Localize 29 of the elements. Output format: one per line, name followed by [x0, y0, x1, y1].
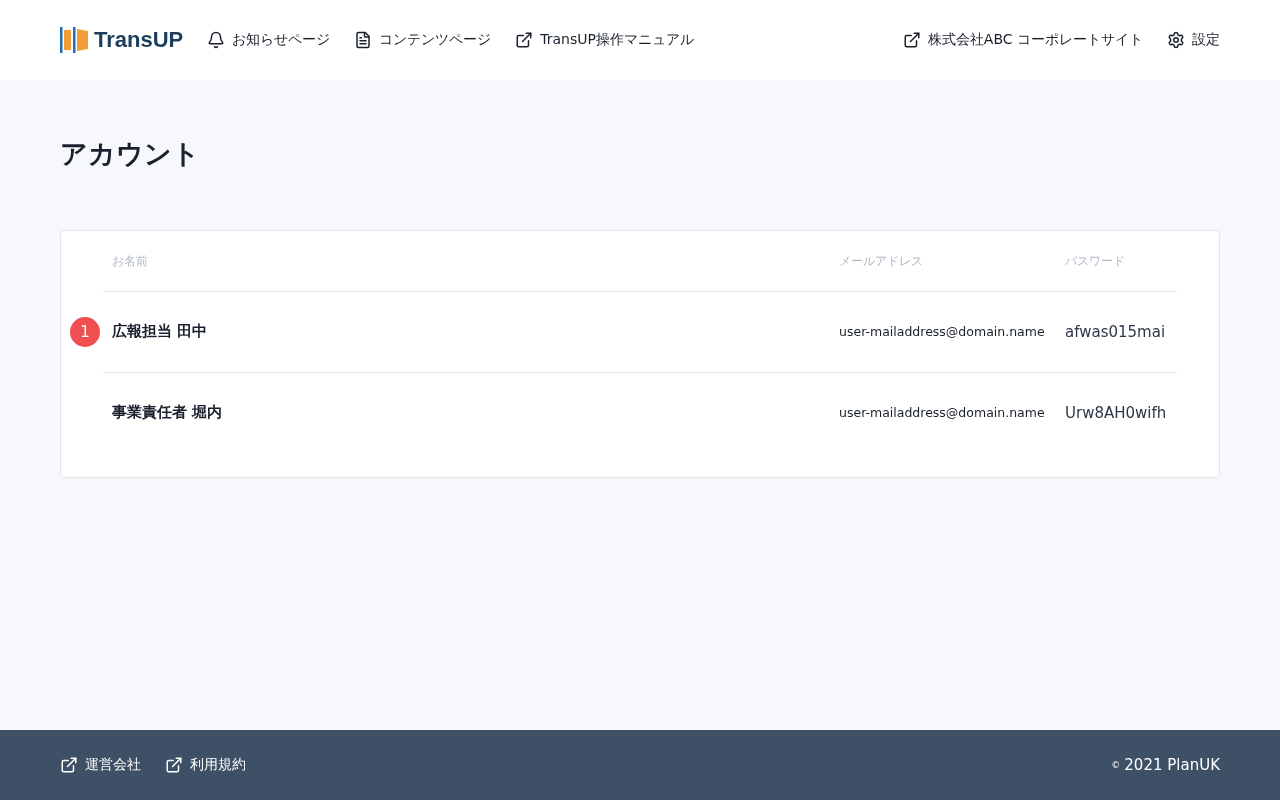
logo-icon: [60, 27, 90, 53]
email-cell-text: user-mailaddress@domain.name: [839, 324, 1046, 339]
email-cell-text: user-mailaddress@domain.name: [839, 405, 1046, 420]
column-header: メールアドレス: [839, 252, 924, 270]
password-cell-text: afwas015mai: [1065, 322, 1167, 341]
name-cell-text: 事業責任者 堀内: [112, 403, 224, 422]
column-header: お名前: [112, 252, 149, 270]
nav-link[interactable]: 株式会社ABC コーポレートサイト: [902, 31, 1143, 49]
number-badge: 1: [70, 316, 100, 347]
external-link-icon: [902, 31, 921, 49]
copyright-text: 2021 PlanUK: [1124, 756, 1220, 774]
settings-icon: [1167, 31, 1185, 49]
column-header: パスワード: [1065, 252, 1126, 270]
nav-link[interactable]: コンテンツページ: [354, 31, 492, 49]
document-icon: [354, 31, 373, 49]
nav-link[interactable]: TransUP操作マニュアル: [515, 31, 694, 49]
nav-link[interactable]: お知らせページ: [207, 31, 331, 49]
copyright-mark: ©: [1111, 760, 1121, 770]
password-cell-text: Urw8AH0wifh: [1065, 403, 1168, 422]
external-link-icon: [165, 756, 183, 774]
external-link-icon: [60, 756, 78, 774]
bell-icon: [207, 31, 226, 49]
logo-text: TransUP: [94, 27, 184, 53]
external-link-icon: [515, 31, 534, 49]
footer-link[interactable]: 運営会社: [60, 756, 141, 774]
name-cell-text: 広報担当 田中: [112, 322, 209, 341]
footer-link[interactable]: 利用規約: [165, 756, 246, 774]
nav-link[interactable]: 設定: [1167, 31, 1220, 49]
page-title: アカウント: [60, 137, 201, 171]
